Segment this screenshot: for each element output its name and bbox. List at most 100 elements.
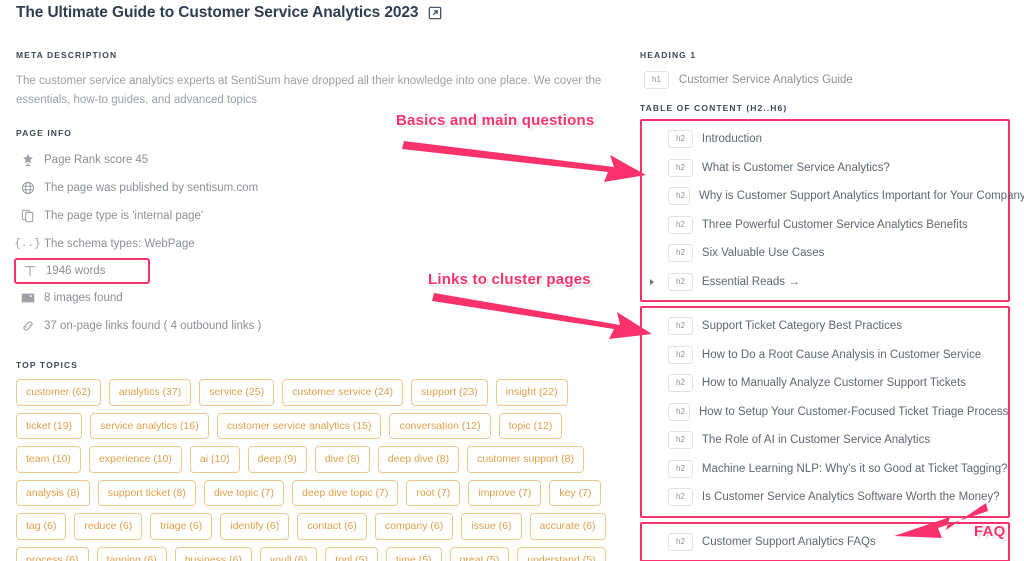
topic-chip[interactable]: company (6) <box>374 513 454 540</box>
h2-tag-badge: h2 <box>668 345 693 364</box>
meta-description-text: The customer service analytics experts a… <box>16 75 602 106</box>
topic-chip[interactable]: tool (5) <box>325 546 378 561</box>
topic-chip[interactable]: accurate (6) <box>529 513 606 540</box>
toc-row-text: Customer Support Analytics FAQs <box>701 535 876 548</box>
h2-tag-badge: h2 <box>668 244 693 263</box>
toc-row-text: The Role of AI in Customer Service Analy… <box>701 434 931 447</box>
topic-chip[interactable]: tagging (6) <box>96 546 167 561</box>
page-info-row-links: 37 on-page links found ( 4 outbound link… <box>16 312 616 340</box>
page-info-text: 8 images found <box>44 292 123 304</box>
toc-row-text: How to Setup Your Customer-Focused Ticke… <box>699 405 1009 418</box>
star-rank-icon <box>20 153 35 168</box>
topic-chip[interactable]: customer (62) <box>16 379 101 406</box>
topic-chip[interactable]: service (25) <box>199 379 275 406</box>
cluster-links-annotation-label: Links to cluster pages <box>428 271 591 288</box>
topic-chip[interactable]: deep dive (8) <box>377 446 460 473</box>
topic-chip[interactable]: reduce (6) <box>74 513 143 540</box>
topic-chip[interactable]: topic (12) <box>498 412 563 439</box>
topic-chip[interactable]: identify (6) <box>220 513 290 540</box>
topic-chip[interactable]: time (5) <box>385 546 442 561</box>
h2-tag-badge: h2 <box>668 431 693 450</box>
topic-chip[interactable]: customer support (8) <box>467 446 584 473</box>
h2-tag-badge: h2 <box>668 402 690 421</box>
toc-row[interactable]: h2 Is Customer Service Analytics Software… <box>642 483 1008 512</box>
toc-row[interactable]: h2 Three Powerful Customer Service Analyt… <box>642 211 1008 240</box>
topic-chip[interactable]: team (10) <box>16 446 81 473</box>
toc-row-text: Support Ticket Category Best Practices <box>701 320 902 333</box>
toc-row-text: Introduction <box>701 133 763 146</box>
toc-row[interactable]: h2 The Role of AI in Customer Service Ana… <box>642 426 1008 455</box>
topic-chip[interactable]: customer service (24) <box>282 379 404 406</box>
toc-row[interactable]: h2 How to Setup Your Customer-Focused Tic… <box>642 398 1008 427</box>
topic-chip[interactable]: issue (6) <box>461 513 522 540</box>
toc-row[interactable]: h2 Machine Learning NLP: Why's it so Good… <box>642 455 1008 484</box>
top-topics-label: TOP TOPICS <box>16 360 79 370</box>
toc-highlight-box-faq-group: h2 Customer Support Analytics FAQs <box>640 521 1010 561</box>
h2-tag-badge: h2 <box>668 158 693 177</box>
code-braces-icon: {..} <box>14 238 41 250</box>
topic-chip[interactable]: support (23) <box>411 379 488 406</box>
h2-tag-badge: h2 <box>668 317 693 336</box>
toc-row[interactable]: h2 Why is Customer Support Analytics Impo… <box>642 182 1024 211</box>
page-info-text: The schema types: WebPage <box>44 238 195 250</box>
topic-chip[interactable]: ticket (19) <box>16 412 83 439</box>
topic-chip[interactable]: support ticket (8) <box>97 479 196 506</box>
toc-row-text: Machine Learning NLP: Why's it so Good a… <box>701 462 1008 475</box>
toc-row[interactable]: h2 Six Valuable Use Cases <box>642 239 1008 268</box>
topic-chip[interactable]: youll (6) <box>259 546 318 561</box>
h2-tag-badge: h2 <box>668 215 693 234</box>
topic-chip[interactable]: dive topic (7) <box>203 479 284 506</box>
heading1-label: HEADING 1 <box>640 50 697 60</box>
topic-chip[interactable]: understand (5) <box>517 546 606 561</box>
copy-pages-icon <box>20 209 35 224</box>
image-icon <box>20 291 35 306</box>
topic-chip[interactable]: improve (7) <box>468 479 542 506</box>
topic-chip[interactable]: triage (6) <box>150 513 213 540</box>
topic-chip[interactable]: insight (22) <box>495 379 568 406</box>
topic-chip[interactable]: tag (6) <box>16 513 67 540</box>
toc-row[interactable]: h2 What is Customer Service Analytics? <box>642 154 1008 183</box>
toc-row-text: How to Manually Analyze Customer Support… <box>701 377 966 390</box>
topic-chip[interactable]: process (6) <box>16 546 89 561</box>
toc-row-text: Three Powerful Customer Service Analytic… <box>701 218 968 231</box>
h2-tag-badge: h2 <box>668 130 693 149</box>
toc-row-text: Why is Customer Support Analytics Import… <box>699 190 1024 203</box>
topic-chip[interactable]: experience (10) <box>88 446 182 473</box>
text-type-icon <box>22 264 37 279</box>
h2-tag-badge: h2 <box>668 488 693 507</box>
page-info-row-wordcount: 1946 words <box>14 258 150 284</box>
page-info-row-schema: {..} The schema types: WebPage <box>14 230 616 258</box>
topic-chip[interactable]: deep dive topic (7) <box>292 479 399 506</box>
topic-chip[interactable]: analysis (8) <box>16 479 90 506</box>
toc-row[interactable]: h2 How to Manually Analyze Customer Suppo… <box>642 369 1008 398</box>
topic-chip[interactable]: business (6) <box>174 546 252 561</box>
toc-row[interactable]: h2 Customer Support Analytics FAQs <box>642 528 1008 557</box>
right-column: HEADING 1 h1 Customer Service Analytics … <box>640 50 1024 561</box>
link-icon <box>20 319 35 334</box>
topic-chip[interactable]: ai (10) <box>189 446 240 473</box>
heading1-row[interactable]: h1 Customer Service Analytics Guide <box>640 71 1010 89</box>
topic-chip[interactable]: root (7) <box>406 479 461 506</box>
toc-label: TABLE OF CONTENT (H2..H6) <box>640 103 788 113</box>
topic-chip[interactable]: conversation (12) <box>389 412 491 439</box>
page-info-list: Page Rank score 45 The page was publishe… <box>14 146 616 340</box>
h2-tag-badge: h2 <box>668 532 693 551</box>
meta-description-label: META DESCRIPTION <box>16 50 118 60</box>
toc-row[interactable]: h2 How to Do a Root Cause Analysis in Cus… <box>642 341 1008 370</box>
toc-row[interactable]: h2 Support Ticket Category Best Practices <box>642 312 1008 341</box>
topic-chip[interactable]: service analytics (16) <box>90 412 209 439</box>
topic-chip[interactable]: deep (9) <box>247 446 307 473</box>
page-header: The Ultimate Guide to Customer Service A… <box>16 4 442 22</box>
toc-row[interactable]: h2 Introduction <box>642 125 1008 154</box>
topic-chip[interactable]: key (7) <box>549 479 602 506</box>
topic-chip[interactable]: great (5) <box>449 546 510 561</box>
topic-chip[interactable]: analytics (37) <box>108 379 192 406</box>
topic-chip[interactable]: customer service analytics (15) <box>216 412 382 439</box>
topic-chip[interactable]: dive (8) <box>314 446 370 473</box>
external-link-icon[interactable] <box>428 6 442 20</box>
toc-row[interactable]: h2 Essential Reads → <box>642 268 1008 297</box>
page-info-row-pagetype: The page type is 'internal page' <box>16 202 616 230</box>
page-info-text: 1946 words <box>46 265 106 277</box>
chevron-right-icon[interactable] <box>650 278 654 285</box>
topic-chip[interactable]: contact (6) <box>297 513 367 540</box>
